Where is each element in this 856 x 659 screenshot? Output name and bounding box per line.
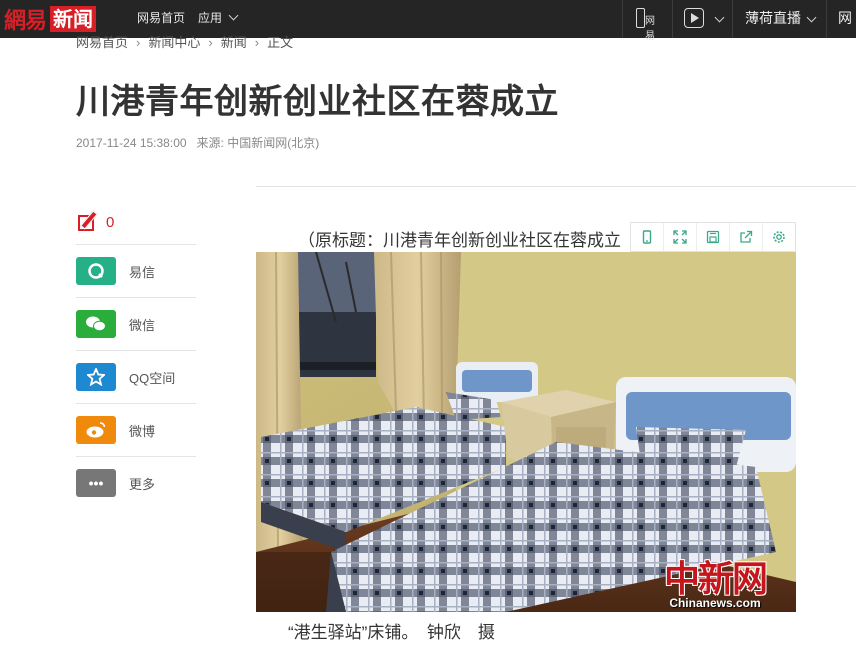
article-source[interactable]: 来源: 中国新闻网(北京) <box>197 136 320 150</box>
breadcrumb-home[interactable]: 网易首页 <box>76 32 128 51</box>
logo-news-text: 新闻 <box>50 6 97 32</box>
save-icon[interactable] <box>697 223 730 251</box>
chevron-down-icon[interactable] <box>714 12 725 23</box>
breadcrumb-news-center[interactable]: 新闻中心 <box>148 32 200 51</box>
share-item-weibo[interactable]: 微博 <box>76 403 196 456</box>
watermark-en-text: Chinanews.com <box>669 596 761 610</box>
wechat-icon <box>76 310 116 338</box>
nav-apps-label: 应用 <box>198 11 223 25</box>
page-title: 川港青年创新创业社区在蓉成立 <box>76 83 559 121</box>
breadcrumb: 网易首页 › 新闻中心 › 新闻 › 正文 <box>76 32 293 51</box>
chinanews-watermark: 中新网 Chinanews.com <box>663 558 768 610</box>
comment-edit-icon <box>78 210 100 233</box>
video-play-icon[interactable] <box>684 8 704 28</box>
mobile-app-label: 网易 <box>645 16 655 42</box>
chevron-right-icon: › <box>136 35 141 50</box>
nav-live-menu[interactable]: 薄荷直播 <box>745 0 801 38</box>
share-label: 更多 <box>129 476 156 492</box>
nav-divider <box>732 0 733 38</box>
watermark-cn-text: 中新网 <box>663 558 768 600</box>
comment-count: 0 <box>106 213 115 231</box>
chevron-down-icon[interactable] <box>806 12 817 23</box>
qzone-icon <box>76 363 116 391</box>
share-item-wechat[interactable]: 微信 <box>76 297 196 350</box>
publish-date: 2017-11-24 15:38:00 <box>76 136 187 150</box>
phone-view-icon[interactable] <box>631 223 664 251</box>
divider <box>256 186 856 187</box>
original-title-caption: （原标题：川港青年创新创业社区在蓉成立 <box>298 231 621 250</box>
nav-live-label: 薄荷直播 <box>745 10 801 26</box>
share-item-more[interactable]: ••• 更多 <box>76 456 196 509</box>
share-label: QQ空间 <box>129 370 176 386</box>
breadcrumb-news[interactable]: 新闻 <box>221 32 247 51</box>
article-photo[interactable]: 中新网 Chinanews.com <box>256 252 796 612</box>
mobile-app-icon[interactable]: 网易 <box>636 8 662 42</box>
share-list: 易信 微信 QQ空间 微博 ••• 更多 <box>76 244 196 509</box>
fullscreen-icon[interactable] <box>664 223 697 251</box>
weibo-icon <box>76 416 116 444</box>
nav-more-link[interactable]: 网 <box>838 0 852 38</box>
share-item-qzone[interactable]: QQ空间 <box>76 350 196 403</box>
netease-news-logo[interactable]: 網易 新闻 <box>4 6 97 34</box>
chevron-right-icon: › <box>254 35 260 50</box>
logo-netease-text: 網易 <box>4 8 47 34</box>
nav-divider <box>672 0 673 38</box>
share-icon[interactable] <box>730 223 763 251</box>
comment-button[interactable]: 0 <box>78 208 114 236</box>
share-label: 易信 <box>129 264 156 280</box>
chevron-right-icon: › <box>208 35 213 50</box>
share-item-yixin[interactable]: 易信 <box>76 244 196 297</box>
image-toolbar <box>630 222 796 252</box>
share-label: 微信 <box>129 317 156 333</box>
settings-icon[interactable] <box>763 223 795 251</box>
more-icon: ••• <box>76 469 116 497</box>
breadcrumb-current: 正文 <box>267 35 294 50</box>
share-label: 微博 <box>129 423 156 439</box>
nav-divider <box>622 0 623 38</box>
article-meta: 2017-11-24 15:38:00 来源: 中国新闻网(北京) <box>76 134 319 151</box>
chevron-down-icon <box>228 10 239 21</box>
yixin-icon <box>76 257 116 285</box>
photo-caption: “港生驿站”床铺。 钟欣 摄 <box>288 623 495 642</box>
nav-divider <box>826 0 827 38</box>
